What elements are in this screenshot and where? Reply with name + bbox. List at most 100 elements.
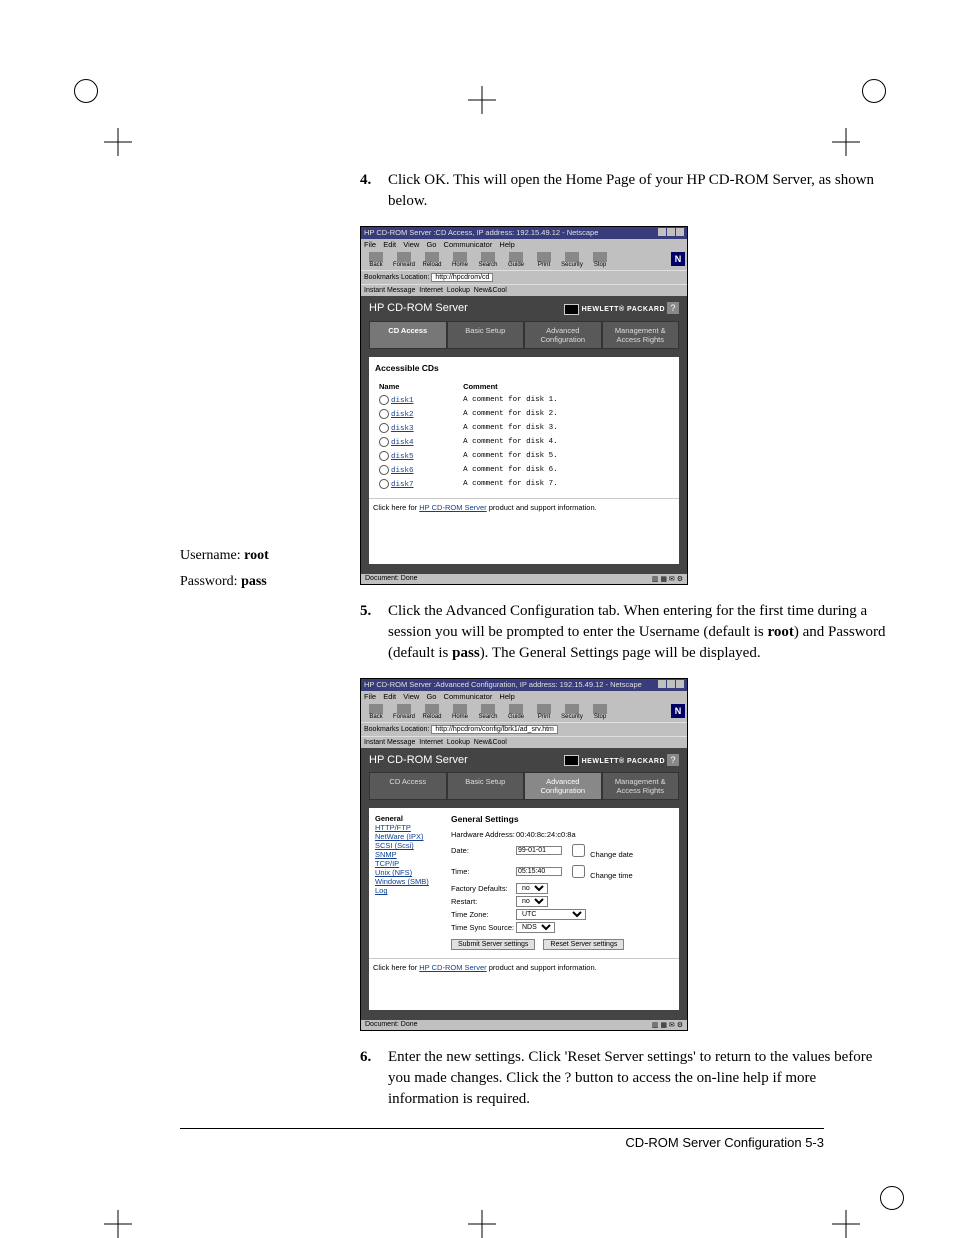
table-row: disk3A comment for disk 3. xyxy=(377,422,671,434)
location-input[interactable]: http://hpcdrom/config/lbrk1/ad_srv.htm xyxy=(431,725,558,734)
menu-go[interactable]: Go xyxy=(426,240,436,249)
menu-view[interactable]: View xyxy=(403,240,419,249)
disk-link[interactable]: disk1 xyxy=(391,397,414,405)
disk-comment: A comment for disk 4. xyxy=(461,436,671,448)
menu-edit[interactable]: Edit xyxy=(383,692,396,701)
timesync-select[interactable]: NDS xyxy=(516,922,555,933)
menu-help[interactable]: Help xyxy=(499,240,514,249)
menu-communicator[interactable]: Communicator xyxy=(444,240,493,249)
toolbar-reload-button[interactable]: Reload xyxy=(420,704,444,720)
netscape-logo-icon: N xyxy=(671,704,685,718)
toolbar-stop-button[interactable]: Stop xyxy=(588,252,612,268)
link-instant-message[interactable]: Instant Message xyxy=(364,287,415,294)
stop-icon xyxy=(593,252,607,262)
change-date-checkbox[interactable] xyxy=(572,844,585,857)
sidebar-item-tcpip[interactable]: TCP/IP xyxy=(375,859,443,868)
link-new-cool[interactable]: New&Cool xyxy=(474,739,507,746)
window-buttons[interactable] xyxy=(657,228,684,238)
sidebar-item-http-ftp[interactable]: HTTP/FTP xyxy=(375,823,443,832)
figure-advanced-config-window: HP CD-ROM Server :Advanced Configuration… xyxy=(360,678,688,1032)
back-icon xyxy=(369,252,383,262)
timezone-label: Time Zone: xyxy=(451,910,516,919)
help-button[interactable]: ? xyxy=(667,302,679,314)
timezone-select[interactable]: UTC xyxy=(516,909,586,920)
link-lookup[interactable]: Lookup xyxy=(447,287,470,294)
tab-basic-setup[interactable]: Basic Setup xyxy=(447,321,525,349)
toolbar-security-button[interactable]: Security xyxy=(560,704,584,720)
personal-toolbar: Instant Message Internet Lookup New&Cool xyxy=(361,284,687,296)
restart-select[interactable]: no xyxy=(516,896,548,907)
menu-view[interactable]: View xyxy=(403,692,419,701)
time-field[interactable] xyxy=(516,867,562,876)
sidebar-item-snmp[interactable]: SNMP xyxy=(375,850,443,859)
menu-bar[interactable]: File Edit View Go Communicator Help xyxy=(361,691,687,702)
tab-basic-setup[interactable]: Basic Setup xyxy=(447,772,525,800)
tab-cd-access[interactable]: CD Access xyxy=(369,772,447,800)
toolbar: Back Forward Reload Home Search Guide Pr… xyxy=(361,702,687,722)
disk-link[interactable]: disk3 xyxy=(391,425,414,433)
menu-communicator[interactable]: Communicator xyxy=(444,692,493,701)
window-buttons[interactable] xyxy=(657,680,684,690)
menu-bar[interactable]: File Edit View Go Communicator Help xyxy=(361,239,687,250)
tab-management[interactable]: Management & Access Rights xyxy=(602,772,680,800)
link-internet[interactable]: Internet xyxy=(419,287,443,294)
toolbar-back-button[interactable]: Back xyxy=(364,252,388,268)
disk-link[interactable]: disk5 xyxy=(391,453,414,461)
toolbar-forward-button[interactable]: Forward xyxy=(392,704,416,720)
page-title: HP CD-ROM Server xyxy=(369,302,468,314)
toolbar-home-button[interactable]: Home xyxy=(448,704,472,720)
stop-icon xyxy=(593,704,607,714)
link-instant-message[interactable]: Instant Message xyxy=(364,739,415,746)
link-internet[interactable]: Internet xyxy=(419,739,443,746)
toolbar-back-button[interactable]: Back xyxy=(364,704,388,720)
menu-file[interactable]: File xyxy=(364,692,376,701)
submit-settings-button[interactable]: Submit Server settings xyxy=(451,939,535,950)
disk-link[interactable]: disk6 xyxy=(391,467,414,475)
change-time-checkbox[interactable] xyxy=(572,865,585,878)
sidebar-item-windows[interactable]: Windows (SMB) xyxy=(375,877,443,886)
menu-file[interactable]: File xyxy=(364,240,376,249)
product-support-link[interactable]: HP CD-ROM Server xyxy=(419,963,486,972)
toolbar-stop-button[interactable]: Stop xyxy=(588,704,612,720)
toolbar-guide-button[interactable]: Guide xyxy=(504,252,528,268)
tab-cd-access[interactable]: CD Access xyxy=(369,321,447,349)
location-input[interactable]: http://hpcdrom/cd xyxy=(431,273,493,282)
sidebar-item-log[interactable]: Log xyxy=(375,886,443,895)
product-support-link[interactable]: HP CD-ROM Server xyxy=(419,503,486,512)
bookmarks-button[interactable]: Bookmarks xyxy=(364,274,399,281)
toolbar-home-button[interactable]: Home xyxy=(448,252,472,268)
toolbar-search-button[interactable]: Search xyxy=(476,704,500,720)
sidebar-item-scsi[interactable]: SCSI (Scsi) xyxy=(375,841,443,850)
tab-bar: CD Access Basic Setup Advanced Configura… xyxy=(369,321,679,349)
reset-settings-button[interactable]: Reset Server settings xyxy=(543,939,624,950)
menu-edit[interactable]: Edit xyxy=(383,240,396,249)
tab-advanced-config[interactable]: Advanced Configuration xyxy=(524,321,602,349)
tab-advanced-config[interactable]: Advanced Configuration xyxy=(524,772,602,800)
reload-icon xyxy=(425,704,439,714)
sidebar-item-unix-nfs[interactable]: Unix (NFS) xyxy=(375,868,443,877)
page-title: HP CD-ROM Server xyxy=(369,754,468,766)
panel-heading: Accessible CDs xyxy=(375,363,673,373)
disk-link[interactable]: disk7 xyxy=(391,481,414,489)
link-lookup[interactable]: Lookup xyxy=(447,739,470,746)
toolbar-print-button[interactable]: Print xyxy=(532,704,556,720)
bookmarks-button[interactable]: Bookmarks xyxy=(364,726,399,733)
link-new-cool[interactable]: New&Cool xyxy=(474,287,507,294)
toolbar-search-button[interactable]: Search xyxy=(476,252,500,268)
toolbar-print-button[interactable]: Print xyxy=(532,252,556,268)
toolbar-security-button[interactable]: Security xyxy=(560,252,584,268)
sidebar-item-netware[interactable]: NetWare (IPX) xyxy=(375,832,443,841)
disk-link[interactable]: disk2 xyxy=(391,411,414,419)
toolbar-forward-button[interactable]: Forward xyxy=(392,252,416,268)
forward-icon xyxy=(397,704,411,714)
toolbar-guide-button[interactable]: Guide xyxy=(504,704,528,720)
disk-link[interactable]: disk4 xyxy=(391,439,414,447)
tab-management[interactable]: Management & Access Rights xyxy=(602,321,680,349)
factory-defaults-select[interactable]: no xyxy=(516,883,548,894)
help-button[interactable]: ? xyxy=(667,754,679,766)
toolbar-reload-button[interactable]: Reload xyxy=(420,252,444,268)
menu-go[interactable]: Go xyxy=(426,692,436,701)
product-support-note: Click here for HP CD-ROM Server product … xyxy=(369,498,679,518)
menu-help[interactable]: Help xyxy=(499,692,514,701)
date-field[interactable] xyxy=(516,846,562,855)
